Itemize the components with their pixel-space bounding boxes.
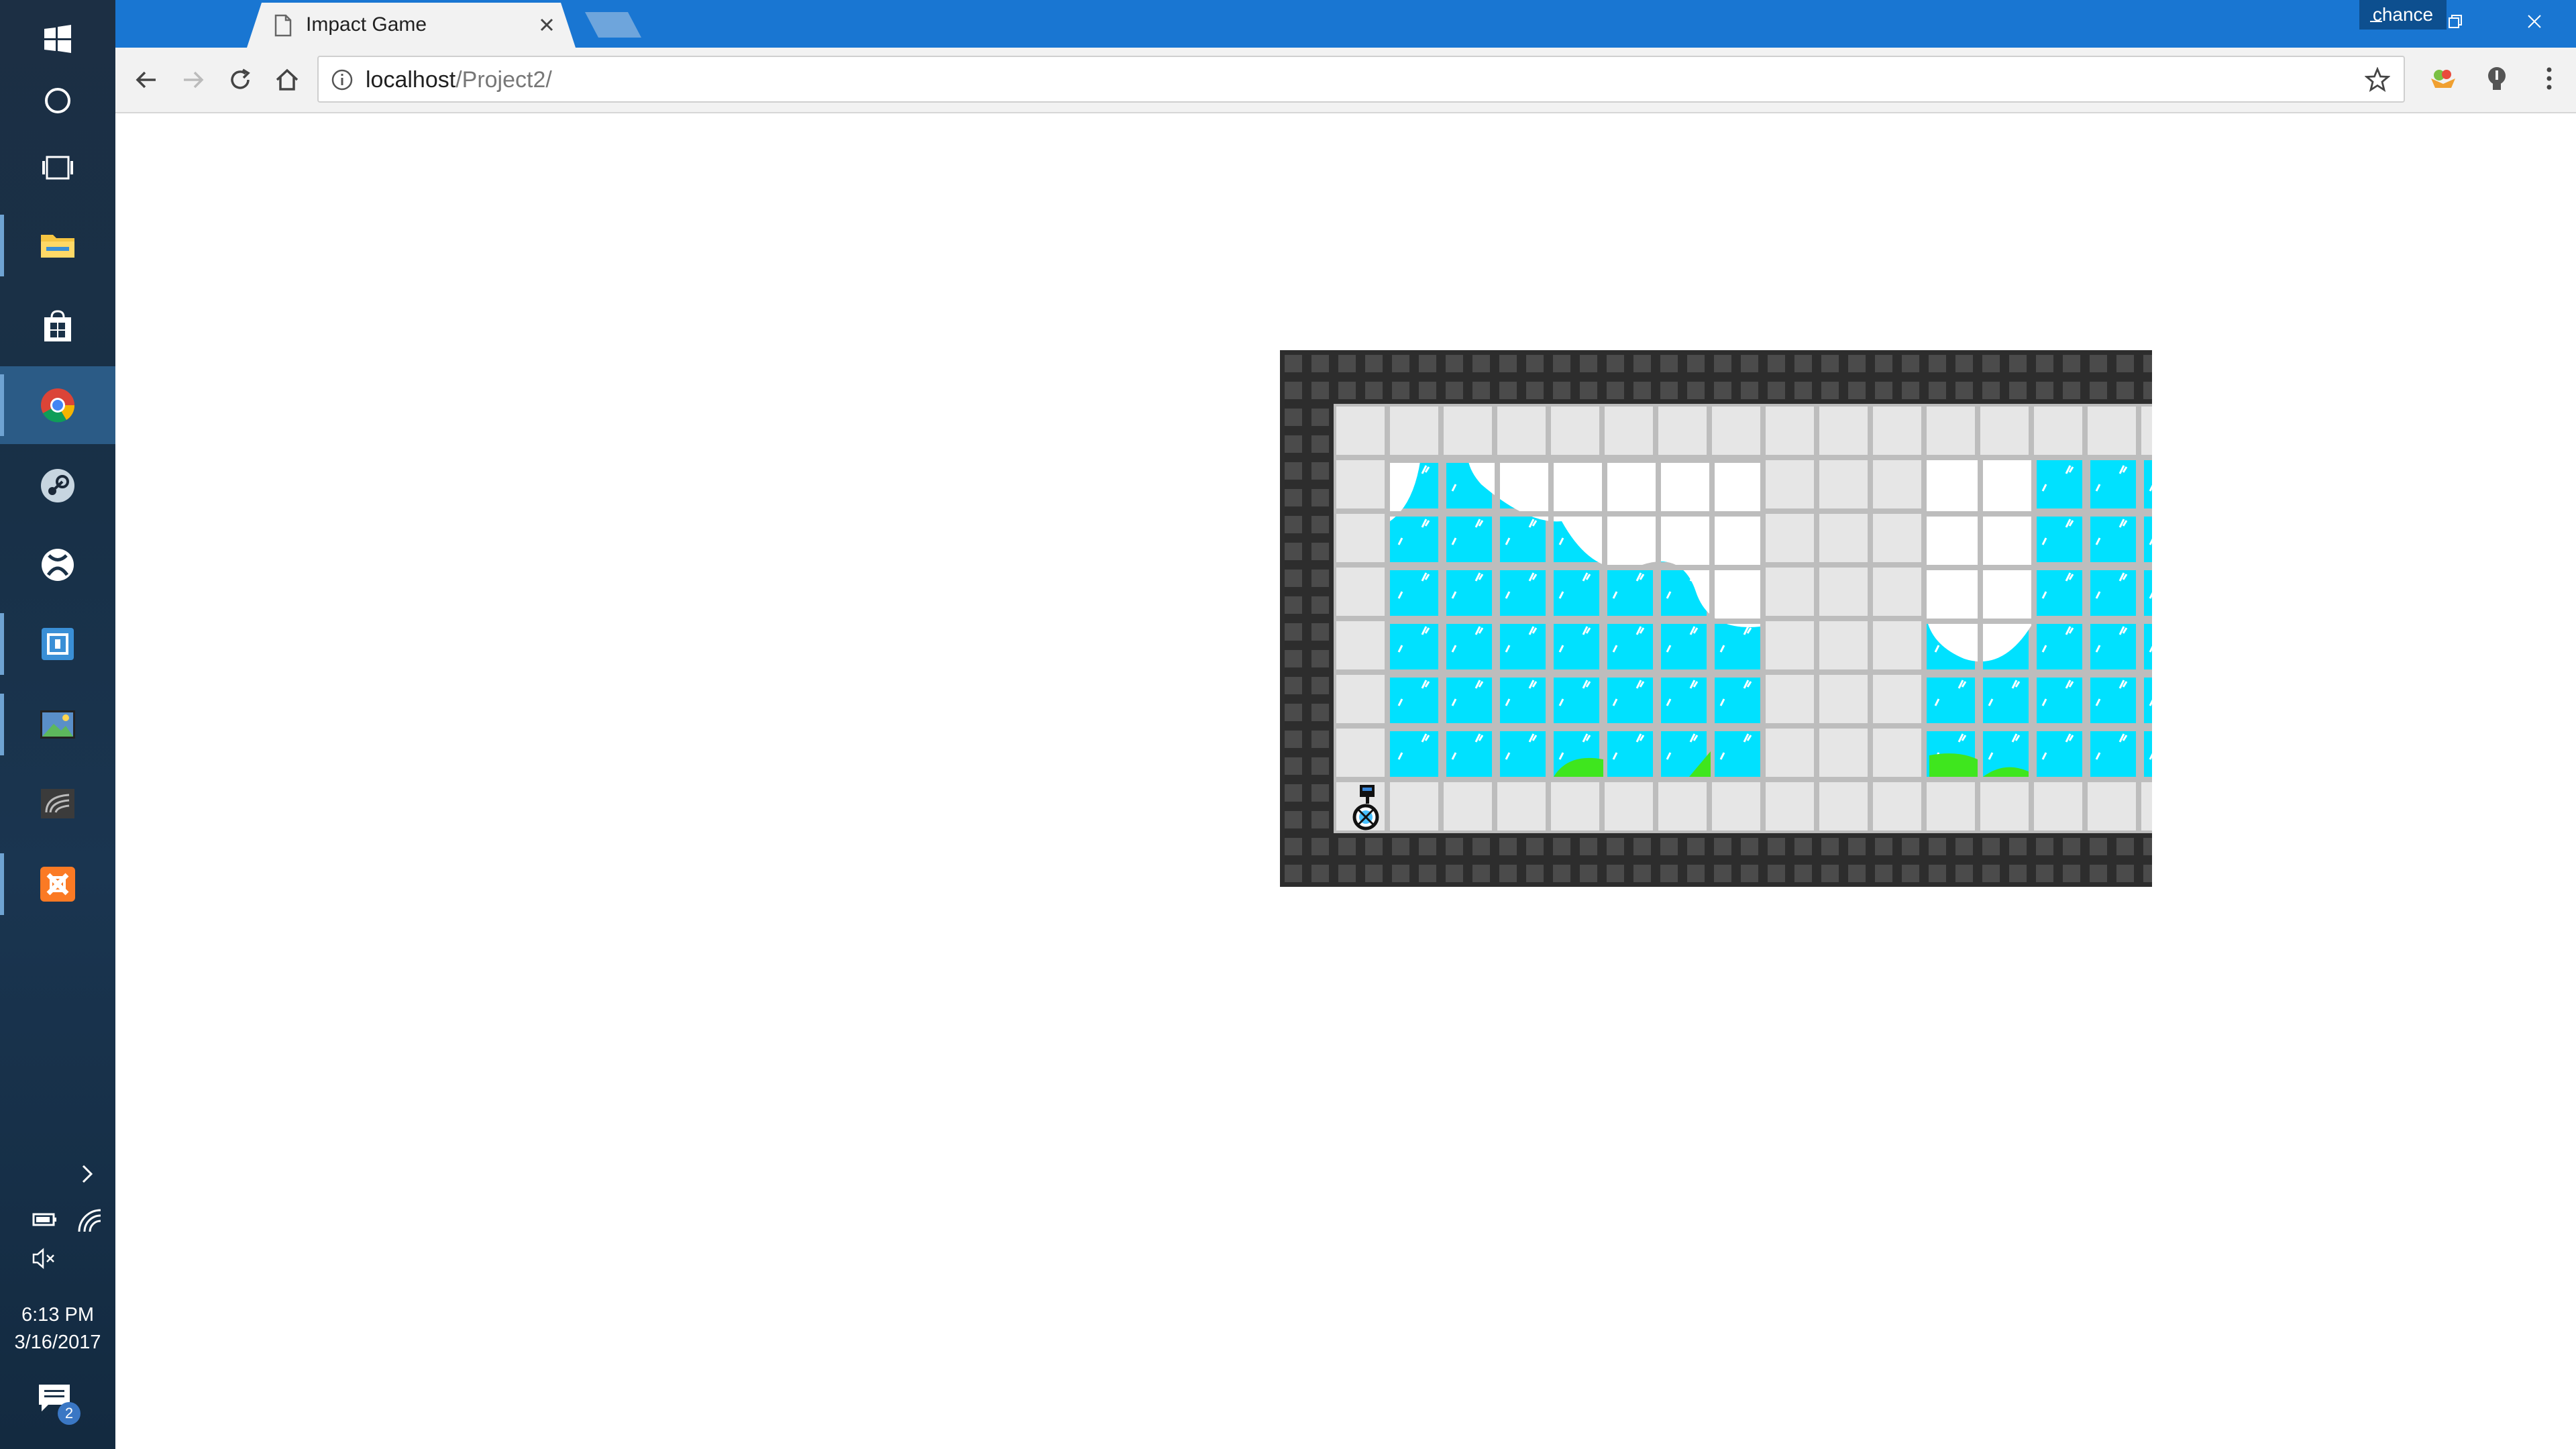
volume-muted-icon[interactable]	[30, 1244, 59, 1273]
xampp-icon	[40, 867, 75, 902]
home-icon	[276, 68, 299, 91]
battery-icon[interactable]	[30, 1205, 59, 1234]
water-pool-right	[1927, 460, 2152, 777]
restore-button[interactable]	[2422, 4, 2489, 39]
back-arrow-icon	[136, 71, 156, 89]
minimize-icon	[2370, 21, 2382, 22]
forward-button[interactable]	[177, 64, 209, 96]
taskbar-nvidia[interactable]	[0, 765, 115, 843]
home-button[interactable]	[271, 64, 303, 96]
taskbar-steam[interactable]	[0, 447, 115, 525]
address-bar[interactable]: localhost/Project2/	[317, 56, 2405, 103]
minimize-button[interactable]	[2343, 4, 2410, 39]
windows-taskbar: 6:13 PM 3/16/2017 2	[0, 0, 115, 1449]
water-pool-left	[1390, 460, 1760, 777]
tab-title: Impact Game	[306, 13, 427, 36]
reload-icon	[231, 68, 250, 89]
browser-titlebar: Impact Game chance	[115, 0, 2576, 48]
taskbar-app-square[interactable]	[0, 605, 115, 683]
page-viewport	[115, 113, 2576, 1449]
cortana-circle-icon	[45, 88, 70, 113]
restore-icon	[2449, 15, 2462, 28]
url-path: /Project2/	[455, 67, 552, 93]
tab-close-icon[interactable]	[537, 15, 557, 35]
browser-toolbar: localhost/Project2/	[115, 48, 2576, 113]
grass-patch	[1929, 753, 1978, 777]
xbox-icon	[42, 549, 74, 581]
new-tab-button[interactable]	[585, 12, 641, 38]
browser-tab[interactable]: Impact Game	[247, 3, 576, 48]
reload-button[interactable]	[224, 64, 256, 96]
close-window-button[interactable]	[2501, 4, 2568, 39]
close-icon	[2528, 15, 2541, 28]
forward-arrow-icon	[184, 71, 204, 89]
url-text: localhost/Project2/	[366, 67, 552, 93]
app-square-icon	[42, 628, 74, 660]
system-clock[interactable]: 6:13 PM 3/16/2017	[0, 1301, 115, 1356]
windows-start-icon	[44, 25, 71, 53]
clock-time: 6:13 PM	[21, 1304, 94, 1326]
game-canvas[interactable]	[1280, 350, 2152, 887]
nvidia-icon	[41, 789, 74, 818]
extension-bulb-icon[interactable]	[2482, 64, 2512, 93]
cortana-button[interactable]	[0, 62, 115, 140]
taskbar-store[interactable]	[0, 287, 115, 365]
steam-icon	[41, 469, 74, 502]
task-view-icon	[42, 156, 73, 180]
taskbar-chrome[interactable]	[0, 366, 115, 444]
task-view-button[interactable]	[0, 129, 115, 207]
wifi-icon[interactable]	[74, 1205, 103, 1234]
back-button[interactable]	[130, 64, 162, 96]
taskbar-xbox[interactable]	[0, 526, 115, 604]
notification-count-badge: 2	[58, 1402, 80, 1425]
store-icon	[44, 310, 71, 341]
page-icon	[274, 14, 292, 37]
taskbar-file-explorer[interactable]	[0, 207, 115, 284]
site-info-icon[interactable]	[331, 68, 354, 91]
chrome-icon	[41, 388, 75, 423]
extension-fruit-icon[interactable]	[2428, 64, 2458, 93]
file-explorer-icon	[41, 235, 74, 258]
photos-icon	[40, 710, 75, 739]
show-hidden-icons-chevron-icon[interactable]	[74, 1161, 101, 1187]
taskbar-xampp[interactable]	[0, 845, 115, 923]
action-center-button[interactable]: 2	[36, 1382, 80, 1425]
bookmark-star-icon[interactable]	[2365, 67, 2390, 93]
browser-menu-icon[interactable]	[2534, 64, 2564, 93]
taskbar-photos[interactable]	[0, 686, 115, 763]
url-host: localhost	[366, 67, 456, 93]
clock-date: 3/16/2017	[14, 1332, 101, 1353]
